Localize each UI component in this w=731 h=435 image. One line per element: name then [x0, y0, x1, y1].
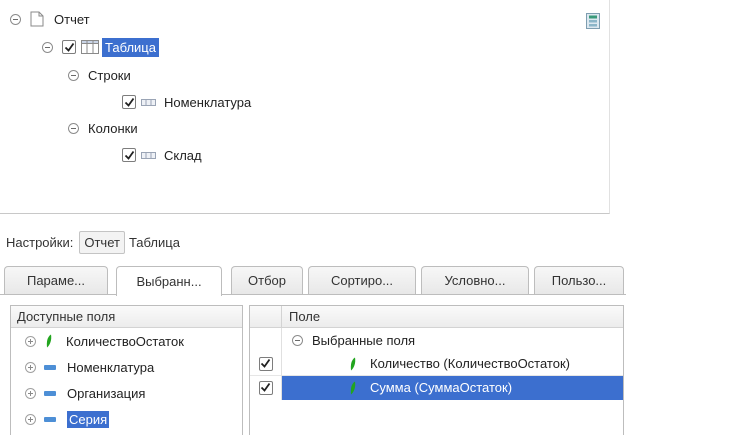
expand-icon[interactable] [25, 387, 36, 399]
tree-node-columns[interactable]: Колонки [68, 118, 138, 138]
available-fields-header: Доступные поля [11, 306, 242, 328]
tree-node-label: Склад [164, 147, 202, 163]
available-field-item[interactable]: КоличествоОстаток [11, 328, 242, 354]
collapse-icon[interactable] [68, 69, 79, 81]
tree-node-label: Отчет [54, 11, 90, 27]
resource-field-icon [350, 381, 356, 394]
settings-label: Настройки: [6, 234, 74, 250]
field-label: Сумма (СуммаОстаток) [370, 380, 513, 395]
tree-node-label: Номенклатура [164, 94, 252, 110]
checkmark-icon [260, 382, 271, 392]
report-structure-panel: Отчет Таблица Строки Номенклатура Колонк… [0, 0, 610, 214]
available-field-item[interactable]: Серия [11, 406, 242, 432]
field-label: Количество (КоличествоОстаток) [370, 356, 570, 371]
selected-field-row[interactable]: Сумма (СуммаОстаток) [250, 375, 623, 400]
selected-fields-panel: Поле Выбранные поля Количество (Количест… [249, 305, 624, 435]
grouping-field-icon [141, 151, 156, 159]
available-field-item[interactable]: Организация [11, 380, 242, 406]
dimension-field-icon [44, 416, 56, 422]
tabs-baseline [0, 294, 626, 295]
data-structure-icon[interactable] [586, 13, 600, 29]
grouping-field-icon [141, 98, 156, 106]
field-label: Номенклатура [67, 359, 155, 375]
collapse-icon[interactable] [292, 334, 303, 346]
checkbox[interactable] [258, 356, 273, 371]
tree-node-label: Колонки [88, 120, 138, 136]
settings-tabs: Параме... Выбранн... Отбор Сортиро... Ус… [4, 266, 624, 296]
checkbox-cell [250, 351, 282, 376]
tree-node-report[interactable]: Отчет [10, 9, 90, 29]
tab-parameters[interactable]: Параме... [4, 266, 108, 294]
settings-option-table[interactable]: Таблица [125, 232, 184, 253]
checkmark-icon [124, 150, 134, 160]
tab-filter[interactable]: Отбор [231, 266, 303, 294]
expand-icon[interactable] [25, 361, 36, 373]
selected-fields-group-row[interactable]: Выбранные поля [250, 328, 623, 352]
checkbox[interactable] [122, 148, 136, 162]
checkbox[interactable] [62, 40, 76, 54]
tree-node-label: Таблица [102, 37, 159, 57]
tree-node-column-item[interactable]: Склад [122, 145, 202, 165]
document-icon [30, 11, 44, 27]
checkmark-icon [64, 42, 74, 52]
collapse-icon[interactable] [68, 122, 79, 134]
checkbox[interactable] [258, 380, 273, 395]
tab-user-fields[interactable]: Пользо... [534, 266, 624, 294]
available-field-item[interactable]: Номенклатура [11, 354, 242, 380]
tab-conditional-format[interactable]: Условно... [421, 266, 529, 294]
collapse-icon[interactable] [42, 41, 53, 53]
checkmark-icon [124, 97, 134, 107]
tree-node-row-item[interactable]: Номенклатура [122, 92, 251, 112]
field-label: Серия [67, 410, 110, 428]
field-column-header: Поле [289, 309, 321, 324]
tab-sort[interactable]: Сортиро... [308, 266, 416, 294]
checkbox-cell [250, 375, 282, 400]
resource-field-icon [350, 357, 356, 370]
settings-option-report[interactable]: Отчет [79, 230, 125, 254]
selected-field-row[interactable]: Количество (КоличествоОстаток) [250, 351, 623, 376]
table-icon [81, 40, 99, 54]
expand-icon[interactable] [25, 413, 36, 425]
checkbox[interactable] [122, 95, 136, 109]
tree-node-rows[interactable]: Строки [68, 65, 131, 85]
tree-node-table[interactable]: Таблица [42, 37, 159, 57]
dimension-field-icon [44, 390, 56, 396]
checkbox-column-header [250, 306, 282, 327]
available-fields-panel: Доступные поля КоличествоОстаток Номенкл… [10, 305, 243, 435]
collapse-icon[interactable] [10, 13, 21, 25]
resource-field-icon [46, 334, 52, 348]
selected-fields-header: Поле [250, 306, 623, 328]
settings-selector: Настройки: Отчет Таблица [6, 230, 184, 254]
checkmark-icon [260, 358, 271, 368]
tab-selected-fields[interactable]: Выбранн... [116, 266, 222, 296]
tree-node-label: Строки [88, 67, 131, 83]
expand-icon[interactable] [25, 335, 36, 347]
checkbox-cell [250, 328, 282, 352]
field-label: Организация [67, 385, 146, 401]
group-label: Выбранные поля [312, 332, 416, 348]
dimension-field-icon [44, 364, 56, 370]
field-label: КоличествоОстаток [66, 333, 184, 349]
